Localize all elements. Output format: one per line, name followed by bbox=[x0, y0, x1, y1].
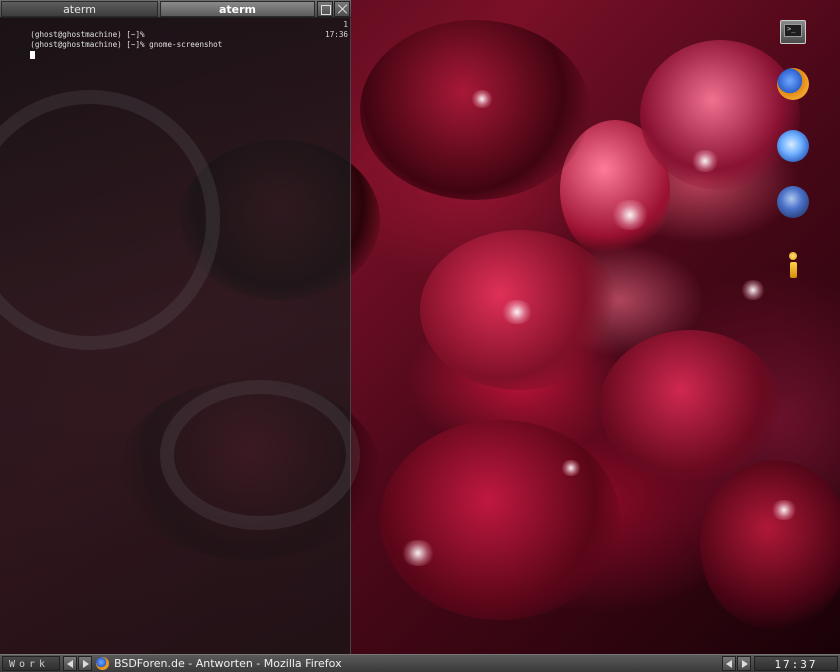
workspace-prev-button[interactable] bbox=[63, 656, 77, 671]
terminal-background bbox=[0, 0, 360, 654]
maximize-button[interactable] bbox=[317, 1, 333, 17]
terminal-output[interactable]: (ghost@ghostmachine) [~]% 1 (ghost@ghost… bbox=[12, 20, 348, 59]
terminal-icon[interactable] bbox=[780, 20, 806, 44]
blue-circle-icon[interactable] bbox=[777, 186, 809, 218]
close-button[interactable] bbox=[334, 1, 350, 17]
terminal-line: (ghost@ghostmachine) [~]% 1 bbox=[12, 20, 348, 39]
window-prev-button[interactable] bbox=[722, 656, 736, 671]
window-next-button[interactable] bbox=[737, 656, 751, 671]
workspace-next-button[interactable] bbox=[78, 656, 92, 671]
terminal-line-counter: 1 bbox=[343, 20, 348, 29]
terminal-line: (ghost@ghostmachine) [~]% gnome-screensh… bbox=[12, 30, 348, 49]
firefox-icon[interactable] bbox=[777, 68, 809, 100]
terminal-cursor-line bbox=[12, 40, 348, 59]
info-icon[interactable] bbox=[784, 252, 802, 278]
aterm-titlebar: aterm aterm bbox=[0, 0, 351, 18]
terminal-line-time: 17:36 bbox=[325, 30, 348, 39]
taskbar: Work BSDForen.de - Antworten - Mozilla F… bbox=[0, 654, 840, 672]
taskbar-window-title: BSDForen.de - Antworten - Mozilla Firefo… bbox=[114, 657, 342, 670]
tab-aterm-2[interactable]: aterm bbox=[160, 1, 315, 17]
taskbar-window-firefox[interactable]: BSDForen.de - Antworten - Mozilla Firefo… bbox=[96, 656, 720, 671]
terminal-cursor bbox=[30, 51, 36, 59]
thunderbird-icon[interactable] bbox=[777, 130, 809, 162]
clock: 17:37 bbox=[754, 656, 838, 671]
workspace-name[interactable]: Work bbox=[2, 656, 60, 671]
firefox-icon bbox=[96, 657, 109, 670]
tab-aterm-1[interactable]: aterm bbox=[1, 1, 158, 17]
